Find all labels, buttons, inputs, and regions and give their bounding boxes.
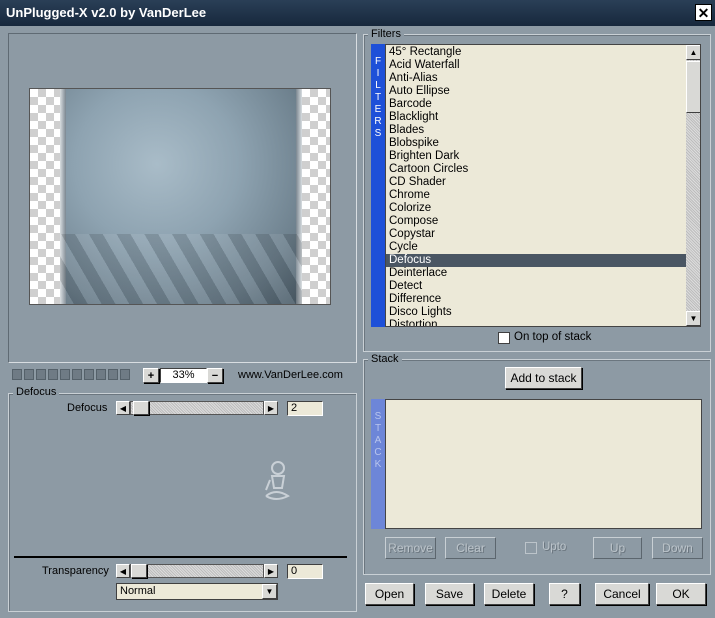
filter-item[interactable]: Blades [386, 124, 686, 137]
stack-list[interactable] [385, 399, 702, 529]
filter-item[interactable]: 45° Rectangle [386, 46, 686, 59]
plugin-logo-icon [262, 460, 292, 504]
close-button[interactable]: ✕ [695, 4, 712, 21]
filter-item[interactable]: Copystar [386, 228, 686, 241]
defocus-left-arrow[interactable]: ◀ [116, 401, 130, 415]
params-group-label: Defocus [13, 386, 60, 398]
vertical-label-letter: R [374, 116, 382, 127]
on-top-checkbox[interactable] [498, 332, 510, 344]
filters-list[interactable]: 45° Rectangle Acid Waterfall Anti-Alias Aut… [385, 44, 701, 327]
filter-item[interactable]: Auto Ellipse [386, 85, 686, 98]
vertical-label-letter: K [374, 459, 382, 470]
stack-group-label: Stack [368, 353, 402, 365]
defocus-label: Defocus [67, 402, 108, 414]
scroll-down-button[interactable]: ▼ [686, 311, 700, 326]
filter-item[interactable]: Brighten Dark [386, 150, 686, 163]
ok-button[interactable]: OK [656, 583, 706, 605]
filter-item[interactable]: Detect [386, 280, 686, 293]
window-title: UnPlugged-X v2.0 by VanDerLee [6, 5, 207, 20]
filters-vertical-bar: FILTERS [371, 44, 385, 327]
scroll-thumb[interactable] [686, 61, 700, 113]
vertical-label-letter: T [374, 92, 382, 103]
filter-item[interactable]: Difference [386, 293, 686, 306]
filter-item[interactable]: Cartoon Circles [386, 163, 686, 176]
filters-scrollbar[interactable]: ▲ ▼ [686, 45, 700, 326]
transparency-slider-track[interactable] [130, 564, 264, 578]
vertical-label-letter: S [374, 411, 382, 422]
transparency-value-input[interactable]: 0 [287, 564, 323, 579]
upto-checkbox[interactable] [525, 542, 537, 554]
filter-item[interactable]: Chrome [386, 189, 686, 202]
transparency-right-arrow[interactable]: ▶ [264, 564, 278, 578]
filter-item[interactable]: Cycle [386, 241, 686, 254]
defocus-slider-thumb[interactable] [133, 401, 149, 415]
scroll-up-button[interactable]: ▲ [686, 45, 700, 60]
filter-item[interactable]: Defocus [386, 254, 686, 267]
up-button[interactable]: Up [593, 537, 642, 559]
zoom-in-button[interactable]: + [143, 368, 159, 383]
clear-button[interactable]: Clear [445, 537, 496, 559]
transparency-label: Transparency [42, 565, 109, 577]
preview-image [60, 89, 302, 304]
save-button[interactable]: Save [425, 583, 474, 605]
filter-item[interactable]: Colorize [386, 202, 686, 215]
filter-item[interactable]: Acid Waterfall [386, 59, 686, 72]
blend-mode-value: Normal [120, 585, 156, 597]
help-button[interactable]: ? [549, 583, 580, 605]
preview-canvas[interactable] [29, 88, 331, 305]
transparency-left-arrow[interactable]: ◀ [116, 564, 130, 578]
add-to-stack-button[interactable]: Add to stack [505, 367, 582, 389]
open-button[interactable]: Open [365, 583, 414, 605]
filter-item[interactable]: Disco Lights [386, 306, 686, 319]
down-button[interactable]: Down [652, 537, 703, 559]
vertical-label-letter: F [374, 56, 382, 67]
transparency-slider-thumb[interactable] [131, 564, 147, 578]
chevron-down-icon[interactable]: ▼ [262, 584, 277, 599]
cancel-button[interactable]: Cancel [595, 583, 649, 605]
upto-label: Upto [542, 541, 567, 553]
vertical-label-letter: A [374, 435, 382, 446]
zoom-out-button[interactable]: − [207, 368, 223, 383]
filter-item[interactable]: Deinterlace [386, 267, 686, 280]
filter-item[interactable]: Compose [386, 215, 686, 228]
vertical-label-letter: C [374, 447, 382, 458]
filters-group-label: Filters [368, 28, 404, 40]
vertical-label-letter: I [376, 68, 380, 79]
delete-button[interactable]: Delete [484, 583, 534, 605]
vertical-label-letter: T [374, 423, 382, 434]
zoom-value[interactable]: 33% [160, 368, 207, 383]
filter-item[interactable]: Anti-Alias [386, 72, 686, 85]
filter-item[interactable]: CD Shader [386, 176, 686, 189]
vertical-label-letter: S [374, 128, 382, 139]
stack-vertical-bar: STACK [371, 399, 385, 529]
defocus-slider-track[interactable] [130, 401, 264, 415]
defocus-value-input[interactable]: 2 [287, 401, 323, 416]
filter-item[interactable]: Blobspike [386, 137, 686, 150]
filter-item[interactable]: Blacklight [386, 111, 686, 124]
vertical-label-letter: E [374, 104, 382, 115]
filter-item[interactable]: Barcode [386, 98, 686, 111]
separator-line [14, 556, 347, 558]
on-top-label: On top of stack [514, 331, 592, 343]
website-link[interactable]: www.VanDerLee.com [238, 369, 343, 381]
blend-mode-select[interactable]: Normal ▼ [116, 583, 278, 600]
defocus-right-arrow[interactable]: ▶ [264, 401, 278, 415]
filter-item[interactable]: Distortion [386, 319, 686, 326]
vertical-label-letter: L [375, 80, 381, 91]
remove-button[interactable]: Remove [385, 537, 436, 559]
params-group [8, 393, 357, 612]
progress-bar [12, 369, 132, 380]
